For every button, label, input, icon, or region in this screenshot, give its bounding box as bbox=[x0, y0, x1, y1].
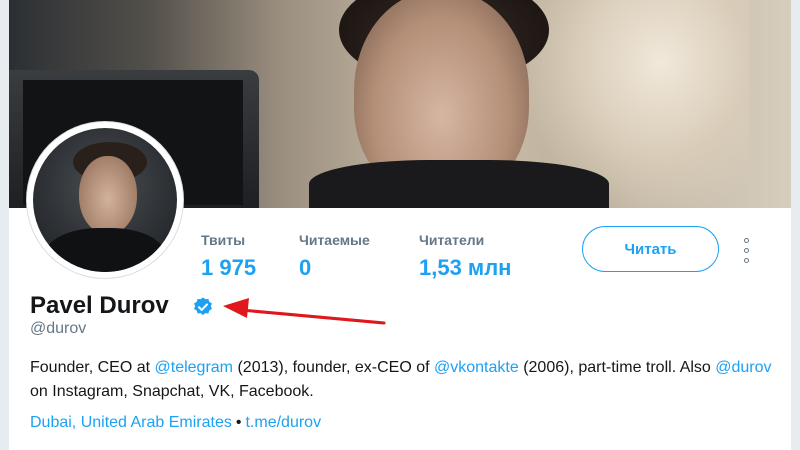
verified-badge-icon bbox=[194, 297, 212, 315]
profile-avatar[interactable] bbox=[27, 122, 183, 278]
stat-tweets[interactable]: Твиты 1 975 bbox=[201, 232, 256, 281]
stat-value: 1,53 млн bbox=[419, 255, 512, 280]
website-link[interactable]: t.me/durov bbox=[245, 414, 321, 431]
profile-page: Твиты 1 975 Читаемые 0 Читатели 1,53 млн… bbox=[9, 0, 791, 450]
stat-followers[interactable]: Читатели 1,53 млн bbox=[419, 232, 511, 281]
stat-label: Читатели bbox=[419, 232, 485, 248]
mention-link-durov[interactable]: @durov bbox=[715, 359, 771, 376]
avatar-image bbox=[33, 128, 177, 272]
meta-separator: • bbox=[235, 414, 242, 431]
stat-following[interactable]: Читаемые 0 bbox=[299, 232, 370, 281]
profile-handle: @durov bbox=[30, 320, 87, 337]
more-vertical-icon[interactable] bbox=[737, 236, 757, 266]
profile-meta: Dubai, United Arab Emirates • t.me/durov bbox=[30, 414, 321, 432]
mention-link-telegram[interactable]: @telegram bbox=[155, 359, 234, 376]
profile-bio: Founder, CEO at @telegram (2013), founde… bbox=[30, 359, 772, 400]
location-link[interactable]: Dubai, United Arab Emirates bbox=[30, 414, 232, 431]
banner-shirt-shape bbox=[309, 160, 609, 208]
mention-link-vkontakte[interactable]: @vkontakte bbox=[434, 359, 519, 376]
stat-label: Читаемые bbox=[299, 232, 370, 248]
stat-value: 0 bbox=[299, 255, 312, 280]
follow-button[interactable]: Читать bbox=[582, 226, 719, 272]
stat-label: Твиты bbox=[201, 232, 246, 248]
stat-value: 1 975 bbox=[201, 255, 257, 280]
profile-name[interactable]: Pavel Durov bbox=[30, 292, 169, 320]
